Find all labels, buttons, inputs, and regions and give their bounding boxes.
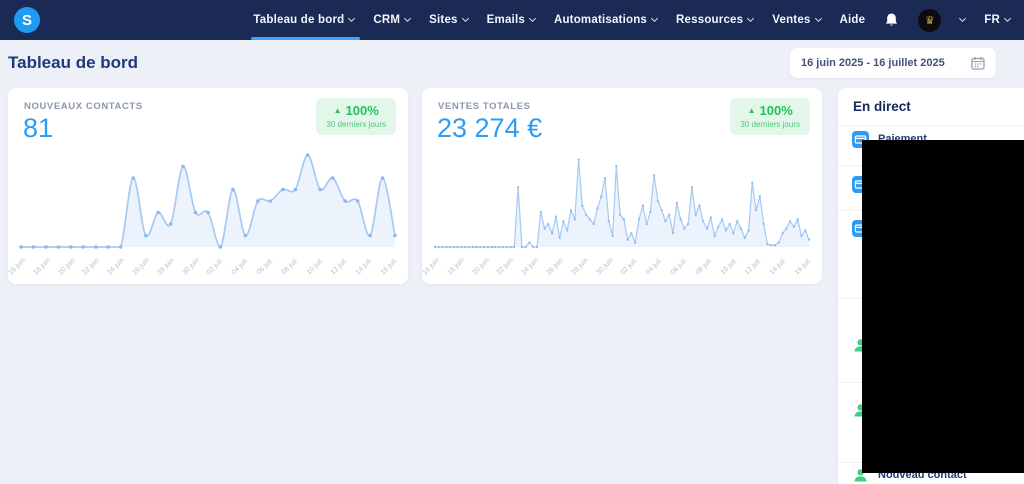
new-contacts-card: NOUVEAUX CONTACTS 81 ▲ 100% 30 derniers j… bbox=[8, 88, 408, 284]
nav-item-label: Ventes bbox=[772, 14, 810, 26]
redaction-overlay bbox=[862, 140, 1024, 473]
page-title: Tableau de bord bbox=[8, 53, 138, 73]
live-feed-title: En direct bbox=[853, 99, 911, 114]
chevron-down-icon bbox=[1004, 15, 1011, 22]
nav-item-ressources[interactable]: Ressources bbox=[676, 0, 753, 40]
total-sales-chart bbox=[430, 150, 814, 250]
change-percent: 100% bbox=[760, 103, 793, 118]
nav-item-label: Aide bbox=[840, 14, 866, 26]
chevron-down-icon bbox=[814, 15, 821, 22]
card-label: VENTES TOTALES bbox=[438, 101, 531, 112]
chevron-down-icon bbox=[747, 15, 754, 22]
x-axis-labels: 16 juin18 juin20 juin22 juin24 juin26 ju… bbox=[16, 252, 400, 282]
date-range-picker[interactable]: 16 juin 2025 - 16 juillet 2025 bbox=[790, 48, 996, 78]
app-logo[interactable]: S bbox=[14, 7, 40, 33]
date-range-value: 16 juin 2025 - 16 juillet 2025 bbox=[801, 57, 945, 69]
main-nav: Tableau de bord CRM Sites Emails Automatisat… bbox=[253, 0, 1010, 40]
change-badge: ▲ 100% 30 derniers jours bbox=[730, 98, 810, 135]
nav-item-label: Tableau de bord bbox=[253, 14, 344, 26]
nav-item-label: Sites bbox=[429, 14, 458, 26]
nav-item-label: CRM bbox=[373, 14, 400, 26]
nav-item-label: Emails bbox=[487, 14, 525, 26]
chevron-down-icon[interactable] bbox=[959, 15, 966, 22]
nav-item-tableau-de-bord[interactable]: Tableau de bord bbox=[253, 0, 354, 40]
language-selector[interactable]: FR bbox=[984, 0, 1010, 40]
nav-item-automatisations[interactable]: Automatisations bbox=[554, 0, 657, 40]
new-contacts-value: 81 bbox=[23, 113, 53, 144]
change-percent: 100% bbox=[346, 103, 379, 118]
change-period: 30 derniers jours bbox=[326, 120, 386, 129]
page-header: Tableau de bord 16 juin 2025 - 16 juille… bbox=[0, 40, 1024, 86]
chevron-down-icon bbox=[529, 15, 536, 22]
x-axis-labels: 16 juin18 juin20 juin22 juin24 juin26 ju… bbox=[430, 252, 814, 282]
nav-item-label: Automatisations bbox=[554, 14, 647, 26]
total-sales-card: VENTES TOTALES 23 274 € ▲ 100% 30 dernier… bbox=[422, 88, 822, 284]
nav-item-label: Ressources bbox=[676, 14, 743, 26]
card-label: NOUVEAUX CONTACTS bbox=[24, 101, 143, 112]
total-sales-value: 23 274 € bbox=[437, 113, 542, 144]
top-navigation-bar: S Tableau de bord CRM Sites Emails Automatis… bbox=[0, 0, 1024, 40]
calendar-icon bbox=[971, 56, 985, 70]
list-divider bbox=[838, 125, 1024, 126]
up-arrow-icon: ▲ bbox=[334, 106, 342, 115]
nav-item-crm[interactable]: CRM bbox=[373, 0, 410, 40]
chevron-down-icon bbox=[404, 15, 411, 22]
change-period: 30 derniers jours bbox=[740, 120, 800, 129]
new-contacts-chart bbox=[16, 150, 400, 250]
up-arrow-icon: ▲ bbox=[748, 106, 756, 115]
chevron-down-icon bbox=[348, 15, 355, 22]
nav-item-aide[interactable]: Aide bbox=[840, 0, 866, 40]
nav-item-sites[interactable]: Sites bbox=[429, 0, 468, 40]
user-avatar[interactable]: ♛ bbox=[918, 9, 941, 32]
change-badge: ▲ 100% 30 derniers jours bbox=[316, 98, 396, 135]
notifications-bell-icon[interactable] bbox=[884, 12, 899, 28]
language-label: FR bbox=[984, 14, 1000, 26]
chevron-down-icon bbox=[462, 15, 469, 22]
chevron-down-icon bbox=[651, 15, 658, 22]
nav-item-emails[interactable]: Emails bbox=[487, 0, 535, 40]
nav-item-ventes[interactable]: Ventes bbox=[772, 0, 820, 40]
